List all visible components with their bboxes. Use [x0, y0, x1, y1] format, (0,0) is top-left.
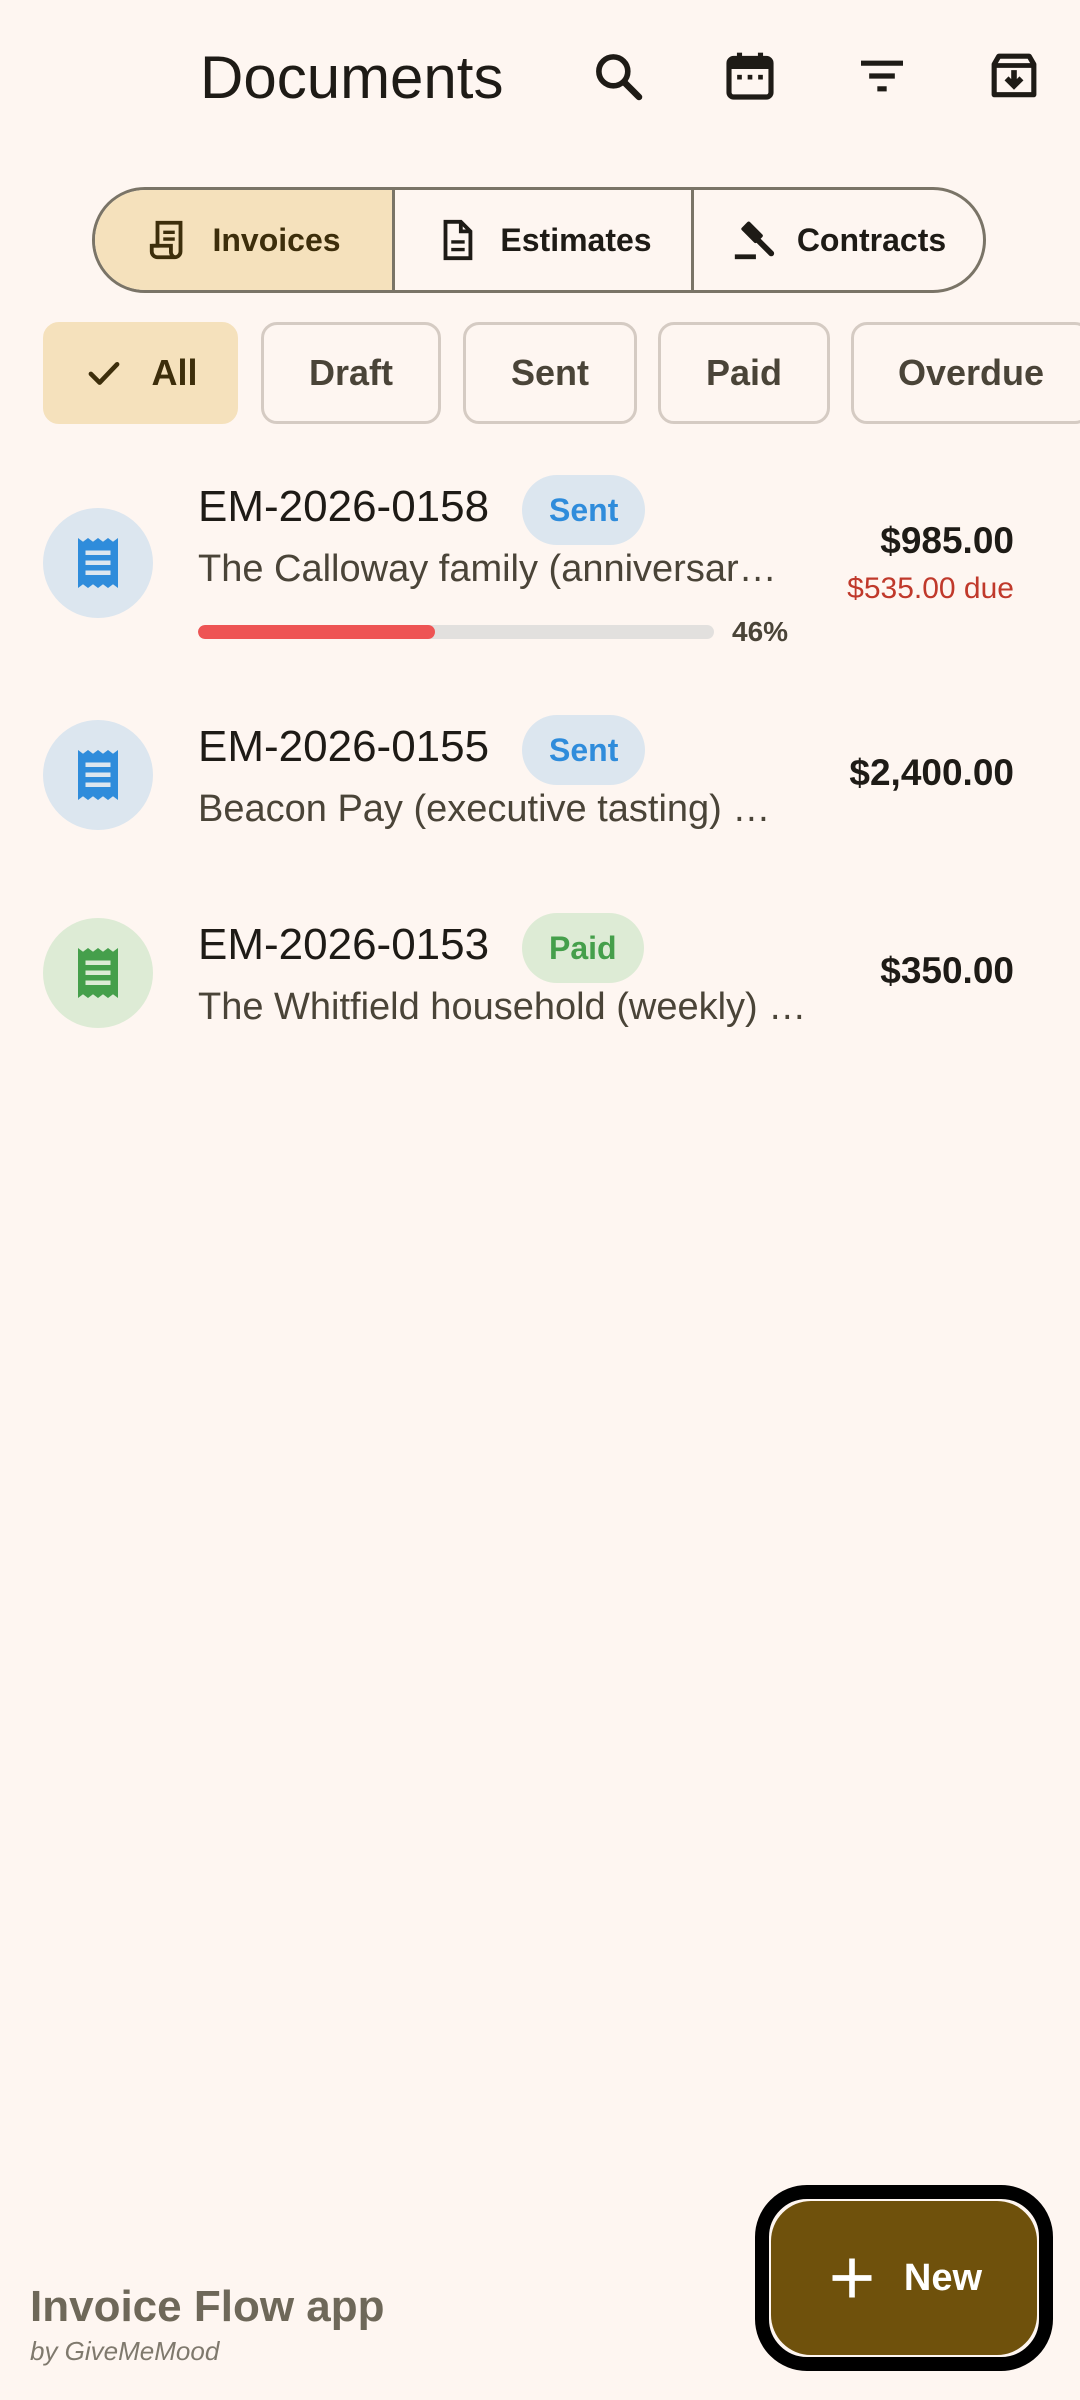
filter-icon	[861, 60, 903, 92]
invoice-avatar	[43, 720, 153, 830]
filter-chip-overdue[interactable]: Overdue	[851, 322, 1080, 424]
chip-label: Paid	[705, 352, 783, 393]
gavel-icon	[734, 221, 774, 260]
search-button[interactable]	[578, 36, 658, 116]
invoice-description: Beacon Pay (executive tasting) catering	[198, 788, 782, 830]
invoice-row[interactable]: EM-2026-0153 Paid The Whitfield househol…	[0, 898, 1080, 1058]
receipt-icon	[150, 220, 183, 260]
archive-icon	[991, 53, 1037, 98]
invoice-amount: $2,400.00	[849, 752, 1014, 793]
segment-label: Estimates	[500, 221, 652, 258]
invoice-avatar	[43, 918, 153, 1028]
new-button-label: New	[903, 2256, 983, 2299]
invoice-description: The Calloway family (anniversary dinner)	[198, 548, 792, 590]
invoice-amount: $350.00	[880, 950, 1014, 991]
payment-progress-fill	[198, 625, 436, 639]
segment-invoices[interactable]: Invoices	[95, 190, 392, 290]
filter-button[interactable]	[842, 36, 922, 116]
segment-contracts[interactable]: Contracts	[691, 190, 983, 290]
invoice-number: EM-2026-0153	[198, 920, 490, 969]
receipt-icon	[78, 948, 118, 998]
calendar-button[interactable]	[710, 36, 790, 116]
segment-label: Contracts	[796, 221, 947, 258]
filter-chip-all[interactable]: All	[43, 322, 238, 424]
segment-estimates[interactable]: Estimates	[392, 190, 691, 290]
page-title: Documents	[200, 44, 504, 111]
receipt-icon	[78, 750, 118, 800]
plus-icon	[832, 2258, 872, 2298]
filter-chip-draft[interactable]: Draft	[261, 322, 441, 424]
calendar-icon	[726, 52, 774, 100]
new-document-button[interactable]: New	[771, 2201, 1037, 2355]
archive-button[interactable]	[974, 36, 1054, 116]
status-badge: Paid	[522, 913, 644, 983]
chip-label: All	[151, 352, 198, 393]
payment-progress-bar	[198, 625, 714, 639]
invoice-row[interactable]: EM-2026-0155 Sent Beacon Pay (executive …	[0, 700, 1080, 860]
invoice-amount: $985.00	[880, 520, 1014, 561]
check-icon	[89, 361, 120, 385]
payment-progress-label: 46%	[732, 616, 789, 647]
app-brand: Invoice Flow app	[30, 2282, 385, 2331]
amount-due: $535.00 due	[847, 572, 1014, 605]
chip-label: Overdue	[897, 352, 1045, 393]
invoice-number: EM-2026-0158	[198, 482, 490, 531]
app-byline: by GiveMeMood	[30, 2336, 220, 2366]
chip-label: Sent	[510, 352, 589, 393]
invoice-row[interactable]: EM-2026-0158 Sent The Calloway family (a…	[0, 460, 1080, 660]
invoice-number: EM-2026-0155	[198, 722, 490, 771]
status-badge: Sent	[522, 715, 646, 785]
document-icon	[443, 219, 473, 261]
filter-chip-paid[interactable]: Paid	[658, 322, 830, 424]
filter-chip-sent[interactable]: Sent	[463, 322, 637, 424]
segment-label: Invoices	[212, 221, 341, 258]
invoice-avatar	[43, 508, 153, 618]
search-icon	[596, 54, 643, 101]
document-type-segmented-control: Invoices Estimates Contracts	[92, 187, 986, 293]
chip-label: Draft	[308, 352, 393, 393]
status-badge: Sent	[522, 475, 646, 545]
status-filter-chips: All Draft Sent Paid Overdue	[43, 322, 1080, 426]
receipt-icon	[78, 538, 118, 588]
invoice-description: The Whitfield household (weekly) meal pr…	[198, 986, 824, 1028]
